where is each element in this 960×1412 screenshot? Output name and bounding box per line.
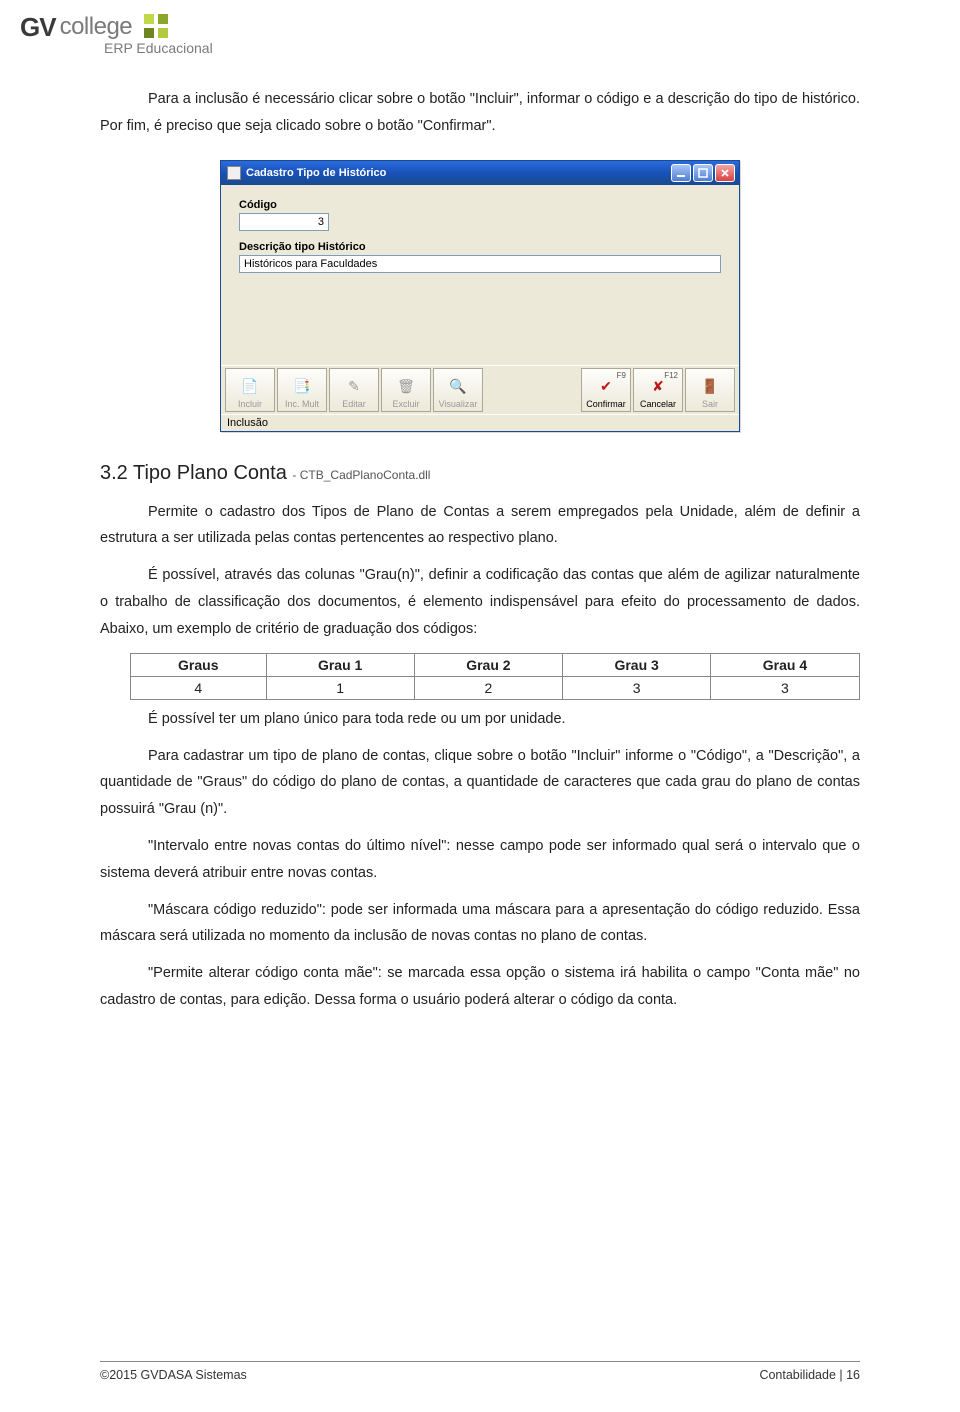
window-toolbar: 📄 Incluir 📑 Inc. Mult ✎ Editar 🗑 Excluir bbox=[221, 365, 739, 414]
document-content: Para a inclusão é necessário clicar sobr… bbox=[0, 56, 960, 1044]
table-cell: 3 bbox=[563, 676, 711, 699]
visualizar-button[interactable]: 🔍 Visualizar bbox=[433, 368, 483, 412]
paragraph-2: É possível, através das colunas "Grau(n)… bbox=[100, 562, 860, 642]
paragraph-1: Permite o cadastro dos Tipos de Plano de… bbox=[100, 499, 860, 553]
codigo-input[interactable] bbox=[239, 213, 329, 231]
codigo-label: Código bbox=[239, 199, 721, 211]
cancelar-button[interactable]: F12 ✘ Cancelar bbox=[633, 368, 683, 412]
table-header-row: Graus Grau 1 Grau 2 Grau 3 Grau 4 bbox=[131, 653, 860, 676]
paragraph-7: "Permite alterar código conta mãe": se m… bbox=[100, 960, 860, 1014]
paragraph-3: É possível ter um plano único para toda … bbox=[100, 706, 860, 733]
page-footer: ©2015 GVDASA Sistemas Contabilidade | 16 bbox=[100, 1361, 860, 1382]
window-titlebar[interactable]: Cadastro Tipo de Histórico bbox=[221, 161, 739, 185]
table-header: Grau 1 bbox=[266, 653, 414, 676]
section-heading: 3.2 Tipo Plano Conta - CTB_CadPlanoConta… bbox=[100, 462, 860, 485]
dialog-window: Cadastro Tipo de Histórico Código bbox=[220, 160, 740, 432]
sair-button[interactable]: 🚪 Sair bbox=[685, 368, 735, 412]
window-body: Código Descrição tipo Histórico bbox=[221, 185, 739, 365]
table-cell: 2 bbox=[414, 676, 562, 699]
confirmar-button[interactable]: F9 ✔ Confirmar bbox=[581, 368, 631, 412]
exit-icon: 🚪 bbox=[700, 377, 720, 397]
logo-subtitle: ERP Educacional bbox=[104, 40, 940, 56]
table-header: Graus bbox=[131, 653, 267, 676]
check-icon: ✔ bbox=[596, 377, 616, 397]
page-header: GVcollege ERP Educacional bbox=[0, 0, 960, 56]
table-cell: 1 bbox=[266, 676, 414, 699]
table-cell: 4 bbox=[131, 676, 267, 699]
logo-puzzle-icon bbox=[140, 10, 174, 44]
window-title: Cadastro Tipo de Histórico bbox=[246, 167, 386, 179]
descricao-label: Descrição tipo Histórico bbox=[239, 241, 721, 253]
descricao-input[interactable] bbox=[239, 255, 721, 273]
incluir-button[interactable]: 📄 Incluir bbox=[225, 368, 275, 412]
paragraph-5: "Intervalo entre novas contas do último … bbox=[100, 833, 860, 887]
paragraph-6: "Máscara código reduzido": pode ser info… bbox=[100, 897, 860, 951]
intro-paragraph: Para a inclusão é necessário clicar sobr… bbox=[100, 86, 860, 140]
inc-mult-button[interactable]: 📑 Inc. Mult bbox=[277, 368, 327, 412]
footer-copyright: ©2015 GVDASA Sistemas bbox=[100, 1368, 247, 1382]
documents-icon: 📑 bbox=[292, 377, 312, 397]
screenshot-container: Cadastro Tipo de Histórico Código bbox=[100, 160, 860, 432]
edit-icon: ✎ bbox=[344, 377, 364, 397]
cancel-icon: ✘ bbox=[648, 377, 668, 397]
table-header: Grau 4 bbox=[711, 653, 859, 676]
logo: GVcollege bbox=[20, 10, 940, 44]
view-icon: 🔍 bbox=[448, 377, 468, 397]
footer-page: Contabilidade | 16 bbox=[759, 1368, 860, 1382]
document-icon: 📄 bbox=[240, 377, 260, 397]
excluir-button[interactable]: 🗑 Excluir bbox=[381, 368, 431, 412]
logo-college-text: college bbox=[60, 13, 133, 41]
table-header: Grau 3 bbox=[563, 653, 711, 676]
maximize-button[interactable] bbox=[693, 164, 713, 182]
window-app-icon bbox=[227, 166, 241, 180]
logo-gv-text: GV bbox=[20, 12, 56, 43]
editar-button[interactable]: ✎ Editar bbox=[329, 368, 379, 412]
table-cell: 3 bbox=[711, 676, 859, 699]
table-header: Grau 2 bbox=[414, 653, 562, 676]
paragraph-4: Para cadastrar um tipo de plano de conta… bbox=[100, 743, 860, 823]
grau-table: Graus Grau 1 Grau 2 Grau 3 Grau 4 4 1 2 … bbox=[130, 653, 860, 700]
window-statusbar: Inclusão bbox=[221, 414, 739, 431]
trash-icon: 🗑 bbox=[396, 377, 416, 397]
table-row: 4 1 2 3 3 bbox=[131, 676, 860, 699]
minimize-button[interactable] bbox=[671, 164, 691, 182]
close-button[interactable] bbox=[715, 164, 735, 182]
